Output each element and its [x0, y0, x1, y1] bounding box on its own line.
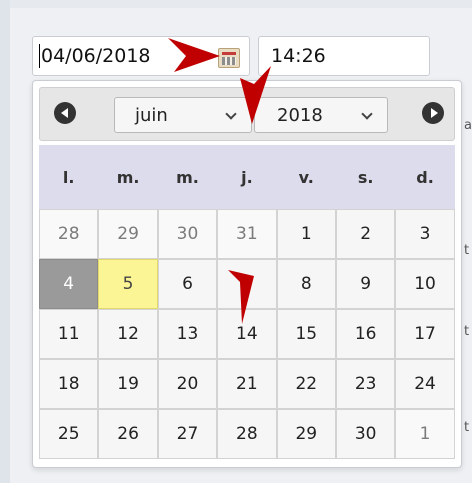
calendar-day[interactable]: 20: [157, 359, 218, 409]
calendar-day[interactable]: 28: [217, 409, 277, 459]
annotation-arrow: [228, 270, 254, 324]
calendar-day[interactable]: 29: [276, 409, 336, 459]
weekday-label: v.: [298, 167, 314, 187]
calendar-day-other-month[interactable]: 31: [217, 209, 277, 259]
calendar-day[interactable]: 6: [157, 259, 218, 309]
date-input-value: 04/06/2018: [41, 45, 151, 67]
weekday-label: m.: [116, 167, 140, 187]
calendar-day[interactable]: 12: [98, 309, 158, 359]
calendar-day[interactable]: 19: [98, 359, 158, 409]
calendar-week-row: 28 29 30 31 1 2 3: [39, 209, 455, 259]
calendar-day-other-month[interactable]: 30: [157, 209, 218, 259]
calendar-day[interactable]: 21: [217, 359, 277, 409]
calendar-day[interactable]: 25: [39, 409, 99, 459]
previous-month-icon[interactable]: [54, 102, 76, 124]
calendar-day[interactable]: 30: [335, 409, 396, 459]
background-text: t: [464, 324, 470, 339]
weekday-label: j.: [241, 167, 253, 187]
calendar-day-other-month[interactable]: 29: [98, 209, 158, 259]
calendar-week-row: 25 26 27 28 29 30 1: [39, 409, 455, 459]
calendar-day[interactable]: 22: [276, 359, 336, 409]
calendar-day[interactable]: 26: [98, 409, 158, 459]
background-text: t: [464, 243, 470, 258]
month-select-value: juin: [135, 104, 168, 126]
next-month-icon[interactable]: [422, 102, 444, 124]
weekday-header-row: l. m. m. j. v. s. d.: [39, 145, 455, 209]
weekday-label: s.: [357, 167, 374, 187]
calendar-day-other-month[interactable]: 28: [39, 209, 99, 259]
calendar-day[interactable]: 17: [395, 309, 455, 359]
page-background-left: [0, 0, 10, 483]
background-text: a: [464, 118, 472, 133]
calendar-day-selected[interactable]: 4: [39, 259, 99, 309]
chevron-down-icon: [225, 108, 237, 120]
calendar-day[interactable]: 8: [276, 259, 336, 309]
annotation-arrow: [240, 66, 271, 124]
month-select[interactable]: juin: [114, 97, 252, 133]
calendar-day[interactable]: 2: [335, 209, 396, 259]
calendar-day[interactable]: 13: [157, 309, 218, 359]
time-input[interactable]: 14:26: [258, 36, 430, 76]
calendar-day[interactable]: 27: [157, 409, 218, 459]
time-input-value: 14:26: [271, 45, 326, 67]
weekday-label: d.: [416, 167, 434, 187]
calendar-day[interactable]: 10: [395, 259, 455, 309]
weekday-label: l.: [62, 167, 75, 187]
calendar-day[interactable]: 18: [39, 359, 99, 409]
calendar-day-today[interactable]: 5: [98, 259, 158, 309]
annotation-arrow: [168, 38, 220, 72]
page-background-top: [0, 0, 472, 8]
calendar-day[interactable]: 1: [276, 209, 336, 259]
calendar-day[interactable]: 23: [335, 359, 396, 409]
calendar-grid: 2829303112345678910111213141516171819202…: [39, 209, 455, 459]
background-text: t: [464, 420, 470, 435]
calendar-day[interactable]: 16: [335, 309, 396, 359]
year-select-value: 2018: [277, 104, 323, 126]
calendar-day[interactable]: 9: [335, 259, 396, 309]
weekday-label: m.: [176, 167, 199, 187]
chevron-down-icon: [361, 108, 373, 120]
calendar-week-row: 18 19 20 21 22 23 24: [39, 359, 455, 409]
text-cursor: [39, 44, 40, 68]
calendar-day[interactable]: 3: [395, 209, 455, 259]
calendar-day[interactable]: 15: [276, 309, 336, 359]
calendar-day[interactable]: 11: [39, 309, 99, 359]
calendar-day[interactable]: 24: [395, 359, 455, 409]
calendar-day-other-month[interactable]: 1: [395, 409, 455, 459]
